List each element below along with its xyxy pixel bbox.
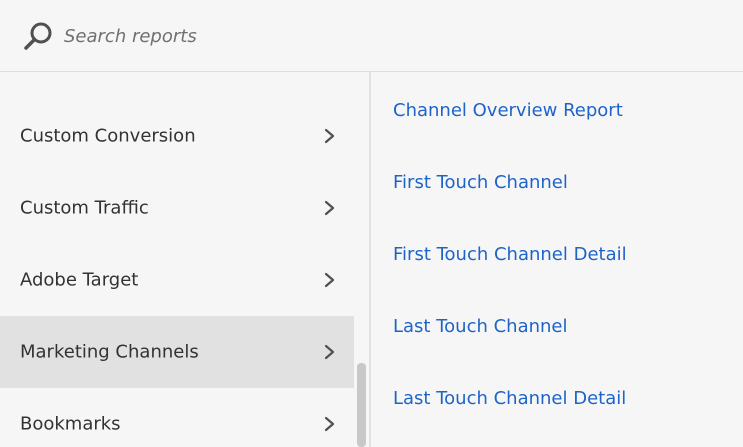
report-link-channel-overview[interactable]: Channel Overview Report — [393, 99, 623, 123]
search-bar — [0, 0, 743, 72]
report-list: Channel Overview Report First Touch Chan… — [371, 72, 743, 447]
menu-item-label: Marketing Channels — [20, 341, 199, 363]
chevron-right-icon — [324, 272, 335, 288]
category-list: Custom Conversion Custom Traffic Adobe T… — [0, 72, 355, 447]
chevron-right-icon — [324, 416, 335, 432]
menu-item-custom-conversion[interactable]: Custom Conversion — [0, 100, 354, 172]
chevron-right-icon — [324, 200, 335, 216]
chevron-right-icon — [324, 344, 335, 360]
menu-item-adobe-target[interactable]: Adobe Target — [0, 244, 354, 316]
menu-item-bookmarks[interactable]: Bookmarks — [0, 388, 354, 447]
menu-item-label: Custom Conversion — [20, 125, 196, 147]
report-link-first-touch-channel-detail[interactable]: First Touch Channel Detail — [393, 243, 627, 267]
menu-item-label: Custom Traffic — [20, 197, 149, 219]
menu-item-label: Bookmarks — [20, 413, 121, 435]
menu-item-label: Adobe Target — [20, 269, 139, 291]
menu-item-custom-traffic[interactable]: Custom Traffic — [0, 172, 354, 244]
report-link-last-touch-channel-detail[interactable]: Last Touch Channel Detail — [393, 387, 626, 411]
chevron-right-icon — [324, 128, 335, 144]
report-link-last-touch-channel[interactable]: Last Touch Channel — [393, 315, 568, 339]
report-link-first-touch-channel[interactable]: First Touch Channel — [393, 171, 568, 195]
search-input[interactable] — [64, 19, 684, 53]
menu-item-marketing-channels[interactable]: Marketing Channels — [0, 316, 354, 388]
scrollbar[interactable] — [357, 363, 366, 447]
search-icon — [24, 22, 52, 50]
